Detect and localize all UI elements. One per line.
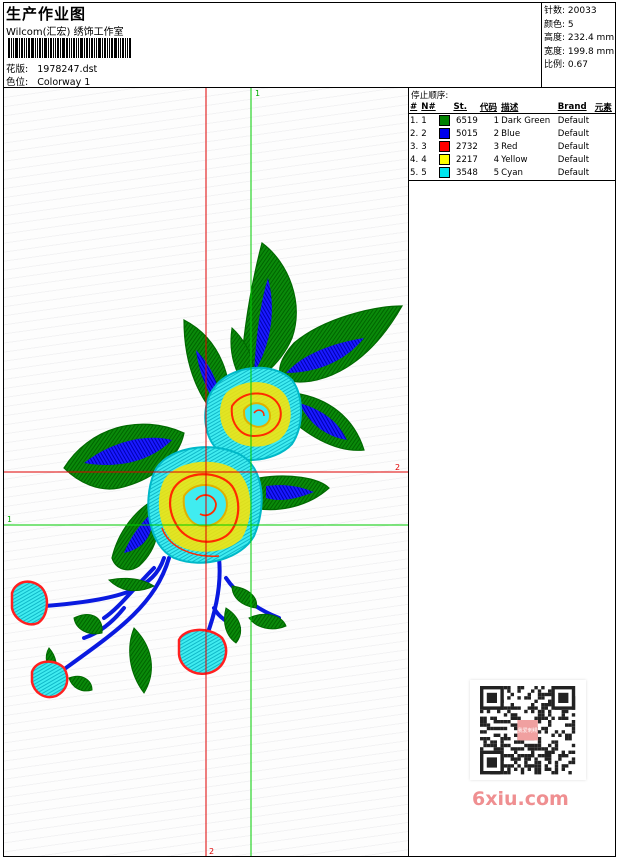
design-canvas[interactable]: 1 1 2 2 <box>4 88 409 856</box>
stop-index: 4. <box>410 154 419 165</box>
stop-index: 5. <box>410 167 419 178</box>
stop-row: 2. 2 5015 2 Blue Default <box>409 127 615 140</box>
stat-width: 宽度: 199.8 mm <box>544 46 615 57</box>
color-swatch-box <box>439 154 451 165</box>
stem-leaves <box>45 577 287 694</box>
small-flower-bottom-center <box>177 628 228 675</box>
col-needle: N# <box>421 102 436 112</box>
stop-row: 4. 4 2217 4 Yellow Default <box>409 153 615 166</box>
small-flower-bottom-left <box>30 660 69 699</box>
color-swatch-box <box>439 167 451 178</box>
sheet-subtitle: Wilcom(汇宏) 绣饰工作室 <box>6 27 124 38</box>
stop-needle: 5 <box>421 167 427 178</box>
small-flower-left <box>10 580 49 626</box>
color-swatch-box <box>439 141 451 152</box>
stop-needle: 1 <box>421 115 427 126</box>
stat-scale: 比例: 0.67 <box>544 60 588 71</box>
leaf-right <box>279 305 404 383</box>
stop-stitches: 5015 <box>455 128 478 139</box>
stop-stitches: 2217 <box>455 154 478 165</box>
stat-stitches: 针数: 20033 <box>544 6 597 16</box>
stop-description: Yellow <box>501 154 528 165</box>
stop-needle: 3 <box>421 141 427 152</box>
qr-code: 我爱刺绣 <box>470 680 586 780</box>
color-swatch-box <box>439 128 451 139</box>
guide-lines: 1 1 2 2 <box>4 88 408 856</box>
stop-stitches: 3548 <box>455 167 478 178</box>
stop-brand: Default <box>557 141 590 152</box>
sheet-title: 生产作业图 <box>6 5 87 23</box>
stat-height: 高度: 232.4 mm <box>544 33 615 44</box>
stop-index: 2. <box>410 128 419 139</box>
stop-element <box>594 114 615 128</box>
color-swatch <box>438 166 452 179</box>
stop-brand: Default <box>557 115 590 126</box>
stop-element <box>594 127 615 140</box>
barcode <box>8 38 142 58</box>
watermark-text: 6xiu.com <box>472 788 569 810</box>
stop-row: 3. 3 2732 3 Red Default <box>409 140 615 153</box>
stop-brand: Default <box>557 128 590 139</box>
colorway-line: 色位: Colorway 1 <box>6 74 90 88</box>
color-swatch <box>438 127 452 140</box>
stop-row: 5. 5 3548 5 Cyan Default <box>409 166 615 179</box>
stop-index: 1. <box>410 115 419 126</box>
stop-index: 3. <box>410 141 419 152</box>
leaf-right-mid <box>253 475 330 511</box>
guide-label-h2: 2 <box>395 463 400 472</box>
guide-label-v1: 1 <box>255 89 260 98</box>
col-brand: Brand <box>557 102 587 112</box>
col-index: # <box>410 102 418 112</box>
stop-brand: Default <box>557 154 590 165</box>
stop-stitches: 6519 <box>455 115 478 126</box>
stop-code: 5 <box>493 167 500 178</box>
stat-colors: 颜色: 5 <box>544 19 574 30</box>
qr-center-label: 我爱刺绣 <box>518 727 538 734</box>
stop-description: Red <box>501 141 518 152</box>
col-element: 元素 <box>594 103 612 113</box>
col-description: 描述 <box>501 103 519 113</box>
rose-upper <box>204 366 302 461</box>
stop-code: 4 <box>493 154 500 165</box>
color-swatch <box>438 140 452 153</box>
col-code: 代码 <box>479 103 498 113</box>
guide-label-h1: 1 <box>7 515 12 524</box>
stop-element <box>594 166 615 179</box>
stop-description: Cyan <box>501 167 523 178</box>
stop-element <box>594 153 615 166</box>
design-name-line: 花版: 1978247.dst <box>6 61 97 75</box>
color-swatch <box>438 114 452 128</box>
stop-description: Blue <box>501 128 521 139</box>
stop-row: 1. 1 6519 1 Dark Green Default <box>409 114 615 128</box>
stop-code: 2 <box>493 128 500 139</box>
stop-stitches: 2732 <box>455 141 478 152</box>
stop-code: 3 <box>493 141 500 152</box>
embroidery-design: 1 1 2 2 <box>4 88 408 856</box>
stop-needle: 4 <box>421 154 427 165</box>
stop-needle: 2 <box>421 128 427 139</box>
stop-sequence-table: # N# St. 代码 描述 Brand 元素 1. 1 6519 1 Dark Gre… <box>409 101 615 179</box>
stop-element <box>594 140 615 153</box>
stop-code: 1 <box>493 115 500 126</box>
stop-sequence-title: 停止顺序: <box>411 91 449 101</box>
guide-label-v2: 2 <box>209 847 214 856</box>
stop-sequence-panel: 停止顺序: # N# St. 代码 描述 Brand 元素 1. 1 6519 1 Da… <box>409 88 615 181</box>
rose-lower <box>147 446 263 564</box>
stop-description: Dark Green <box>501 115 551 126</box>
design-stats-panel: 针数: 20033 颜色: 5 高度: 232.4 mm 宽度: 199.8 m… <box>541 2 616 88</box>
col-stitches: St. <box>453 102 467 112</box>
stop-brand: Default <box>557 167 590 178</box>
color-swatch-box <box>439 115 451 126</box>
color-swatch <box>438 153 452 166</box>
